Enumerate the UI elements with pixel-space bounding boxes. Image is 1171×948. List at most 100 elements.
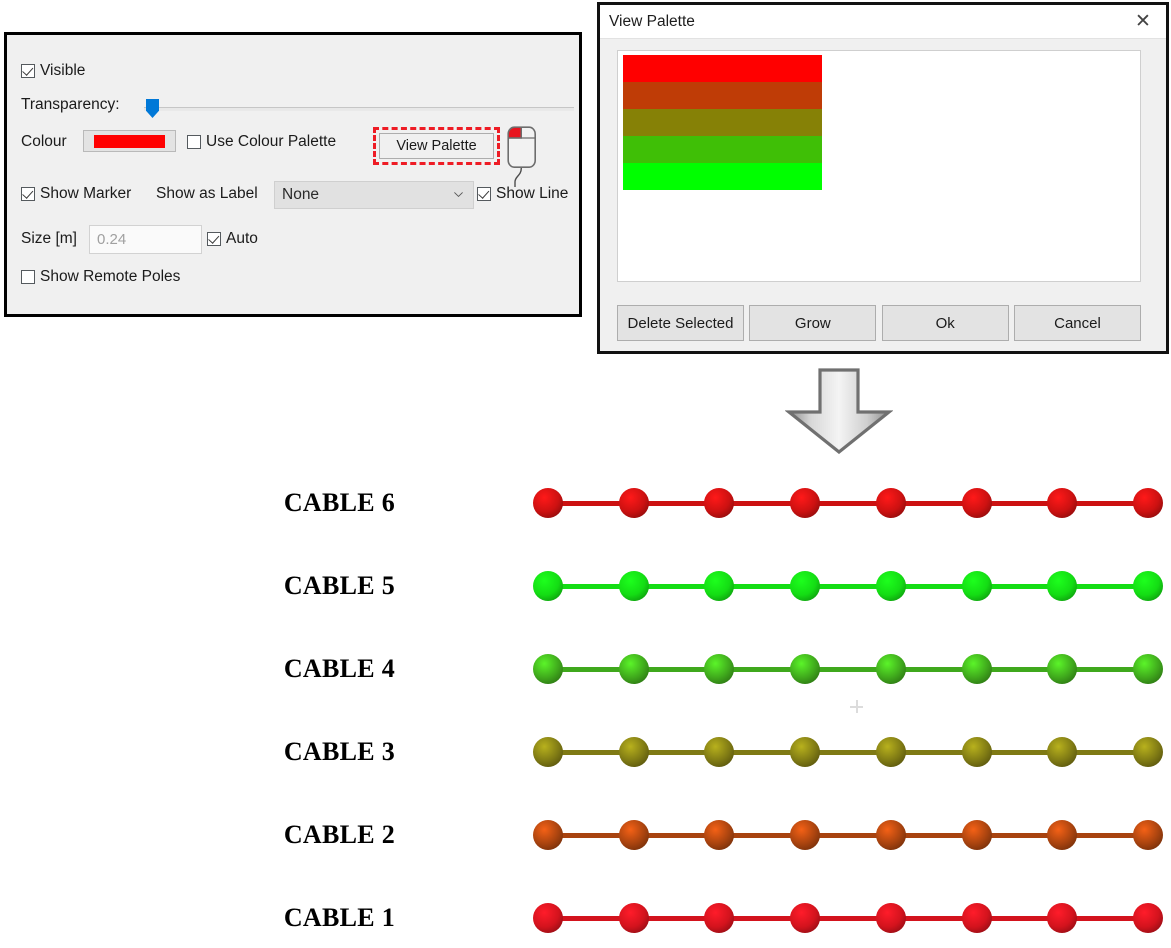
cable-row: CABLE 5 [0, 556, 1171, 616]
palette-swatch[interactable] [623, 55, 822, 82]
cable-label: CABLE 1 [283, 903, 395, 932]
show-as-label-label: Show as Label [156, 185, 258, 202]
cable-node-marker [961, 820, 992, 850]
palette-swatch-stack[interactable] [623, 55, 822, 190]
use-colour-palette-row[interactable]: Use Colour Palette [187, 133, 336, 151]
cable-node-marker [1047, 654, 1078, 684]
cable-node-marker [533, 571, 563, 601]
cable-node-marker [961, 903, 992, 933]
cable-track [533, 722, 1163, 782]
cable-label: CABLE 4 [283, 654, 395, 683]
auto-checkbox[interactable] [207, 232, 221, 246]
show-as-label-select[interactable]: None [274, 181, 474, 209]
colour-label: Colour [21, 133, 67, 150]
cable-row: CABLE 3 [0, 722, 1171, 782]
cable-node-marker [618, 488, 649, 518]
dialog-button-bar: Delete Selected Grow Ok Cancel [617, 305, 1141, 341]
visible-checkbox-row[interactable]: Visible [21, 62, 85, 80]
cable-node-marker [533, 903, 563, 933]
cable-label: CABLE 2 [283, 820, 395, 849]
cable-node-marker [1133, 488, 1163, 518]
cable-node-marker [790, 820, 821, 850]
cable-node-marker [618, 654, 649, 684]
dialog-button-label: Grow [794, 314, 831, 332]
cable-node-marker [790, 488, 821, 518]
cable-node-marker [875, 571, 906, 601]
show-marker-checkbox[interactable] [21, 187, 35, 201]
cable-node-marker [790, 737, 821, 767]
view-palette-dialog: View Palette ✕ Delete Selected Grow Ok Canc… [597, 2, 1169, 354]
cable-node-marker [533, 488, 563, 518]
colour-swatch-button[interactable] [83, 130, 176, 152]
cable-label: CABLE 3 [283, 737, 395, 766]
transparency-slider-track[interactable] [144, 107, 574, 111]
transparency-label: Transparency: [21, 96, 120, 113]
cable-node-marker [961, 488, 992, 518]
use-colour-palette-checkbox[interactable] [187, 135, 201, 149]
cable-node-marker [533, 654, 563, 684]
cable-label: CABLE 5 [283, 571, 395, 600]
visible-checkbox[interactable] [21, 64, 35, 78]
auto-label: Auto [226, 230, 258, 247]
cable-node-marker [618, 903, 649, 933]
cable-properties-panel: Visible Transparency: Colour Use Colour … [4, 32, 582, 317]
cable-node-marker [1047, 571, 1078, 601]
show-line-row[interactable]: Show Line [477, 185, 568, 203]
transparency-slider-thumb[interactable] [146, 99, 159, 118]
cable-node-marker [618, 820, 649, 850]
palette-swatch[interactable] [623, 136, 822, 163]
visible-label: Visible [40, 62, 86, 79]
cable-node-marker [704, 571, 735, 601]
cable-node-marker [1133, 737, 1163, 767]
cable-node-marker [875, 903, 906, 933]
cable-node-marker [704, 488, 735, 518]
close-icon[interactable]: ✕ [1120, 5, 1166, 38]
cable-node-marker [790, 571, 821, 601]
show-marker-row[interactable]: Show Marker [21, 185, 131, 203]
cable-node-marker [875, 737, 906, 767]
use-colour-palette-label: Use Colour Palette [206, 133, 337, 150]
dialog-button-cancel[interactable]: Cancel [1013, 305, 1141, 341]
dialog-button-grow[interactable]: Grow [749, 305, 877, 341]
cable-node-marker [790, 654, 821, 684]
cable-node-marker [1133, 571, 1163, 601]
dialog-title: View Palette [609, 12, 695, 30]
cable-diagram: CABLE 6 CABLE 5 CABLE 4 CABLE 3 CABLE 2 CABLE… [0, 455, 1171, 940]
view-palette-button[interactable]: View Palette [379, 133, 494, 159]
dialog-button-label: Ok [935, 314, 955, 332]
cable-node-marker [790, 903, 821, 933]
cable-node-marker [1047, 820, 1078, 850]
cable-track [533, 805, 1163, 865]
cable-node-marker [1047, 737, 1078, 767]
cable-node-marker [875, 820, 906, 850]
show-line-checkbox[interactable] [477, 187, 491, 201]
cable-node-marker [961, 571, 992, 601]
palette-swatch[interactable] [623, 82, 822, 109]
size-input[interactable]: 0.24 [89, 225, 202, 254]
dialog-button-ok[interactable]: Ok [881, 305, 1009, 341]
cable-track [533, 473, 1163, 533]
cable-track [533, 888, 1163, 948]
cable-node-marker [533, 737, 563, 767]
chevron-down-icon [454, 192, 463, 197]
show-remote-poles-checkbox[interactable] [21, 270, 35, 284]
palette-swatch[interactable] [623, 109, 822, 136]
dialog-button-delete-selected[interactable]: Delete Selected [617, 305, 744, 341]
cable-node-marker [704, 654, 735, 684]
show-remote-poles-row[interactable]: Show Remote Poles [21, 268, 180, 286]
auto-row[interactable]: Auto [207, 230, 258, 248]
cable-row: CABLE 1 [0, 888, 1171, 948]
palette-swatch[interactable] [623, 163, 822, 190]
cable-node-marker [1133, 654, 1163, 684]
palette-list[interactable] [617, 50, 1141, 282]
cable-row: CABLE 4 [0, 639, 1171, 699]
cable-node-marker [704, 820, 735, 850]
cable-node-marker [1047, 488, 1078, 518]
cable-node-marker [704, 903, 735, 933]
arrow-down-icon [785, 368, 893, 454]
cable-row: CABLE 6 [0, 473, 1171, 533]
cable-node-marker [533, 820, 563, 850]
cable-node-marker [618, 571, 649, 601]
cable-node-marker [704, 737, 735, 767]
cable-node-marker [961, 737, 992, 767]
